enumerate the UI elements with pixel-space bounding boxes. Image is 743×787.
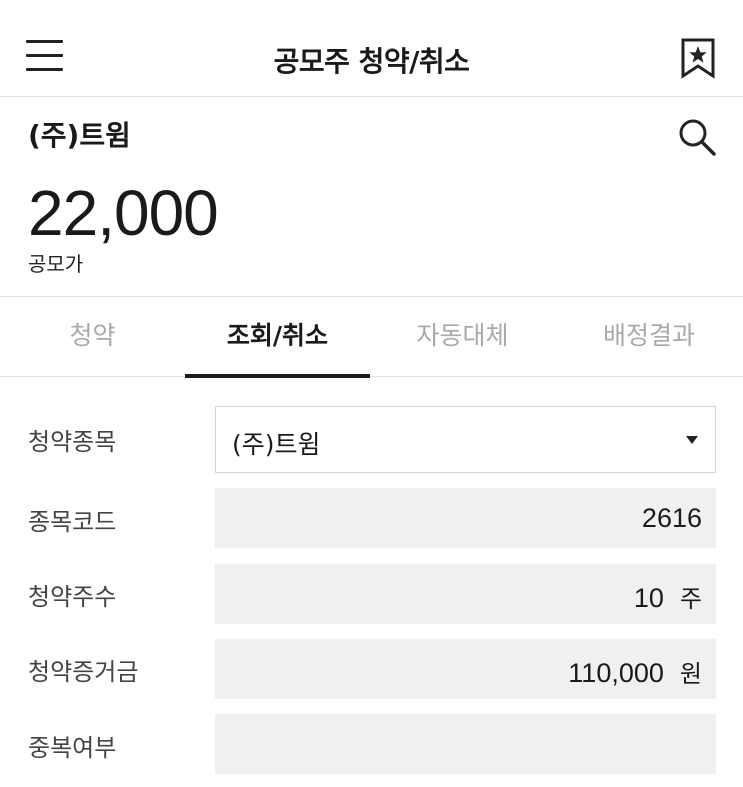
stock-name: (주)트윔	[28, 119, 131, 152]
deposit-label: 청약증거금	[28, 658, 139, 686]
stock-select-label: 청약종목	[28, 428, 117, 456]
stock-code-field[interactable]: 2616	[215, 488, 716, 548]
quantity-unit: 주	[679, 585, 702, 613]
quantity-value: 10	[633, 583, 664, 613]
deposit-unit: 원	[679, 660, 702, 688]
deposit-field[interactable]: 110,000 원	[215, 639, 716, 699]
duplicate-field[interactable]	[215, 714, 716, 774]
tab-subscribe[interactable]: 청약	[0, 297, 185, 377]
page-title: 공모주 청약/취소	[273, 45, 470, 78]
tab-inquiry-cancel[interactable]: 조회/취소	[185, 297, 370, 378]
stock-select-value: (주)트윔	[232, 430, 321, 459]
quantity-label: 청약주수	[28, 583, 117, 611]
tab-bar: 청약 조회/취소 자동대체 배정결과	[0, 296, 743, 378]
quantity-field[interactable]: 10 주	[215, 564, 716, 624]
search-icon[interactable]	[676, 116, 718, 158]
offering-price: 22,000	[28, 177, 219, 249]
duplicate-label: 중복여부	[28, 734, 117, 762]
stock-code-label: 종목코드	[28, 508, 117, 536]
tab-auto-transfer[interactable]: 자동대체	[370, 297, 555, 377]
tab-allocation-result[interactable]: 배정결과	[555, 297, 743, 377]
stock-select[interactable]: (주)트윔	[215, 406, 716, 473]
caret-down-icon	[686, 436, 698, 444]
app-header: 공모주 청약/취소	[0, 0, 743, 97]
bookmark-star-icon[interactable]	[678, 36, 718, 80]
offering-price-label: 공모가	[28, 252, 84, 276]
deposit-value: 110,000	[568, 658, 664, 688]
stock-code-value: 2616	[641, 503, 702, 533]
